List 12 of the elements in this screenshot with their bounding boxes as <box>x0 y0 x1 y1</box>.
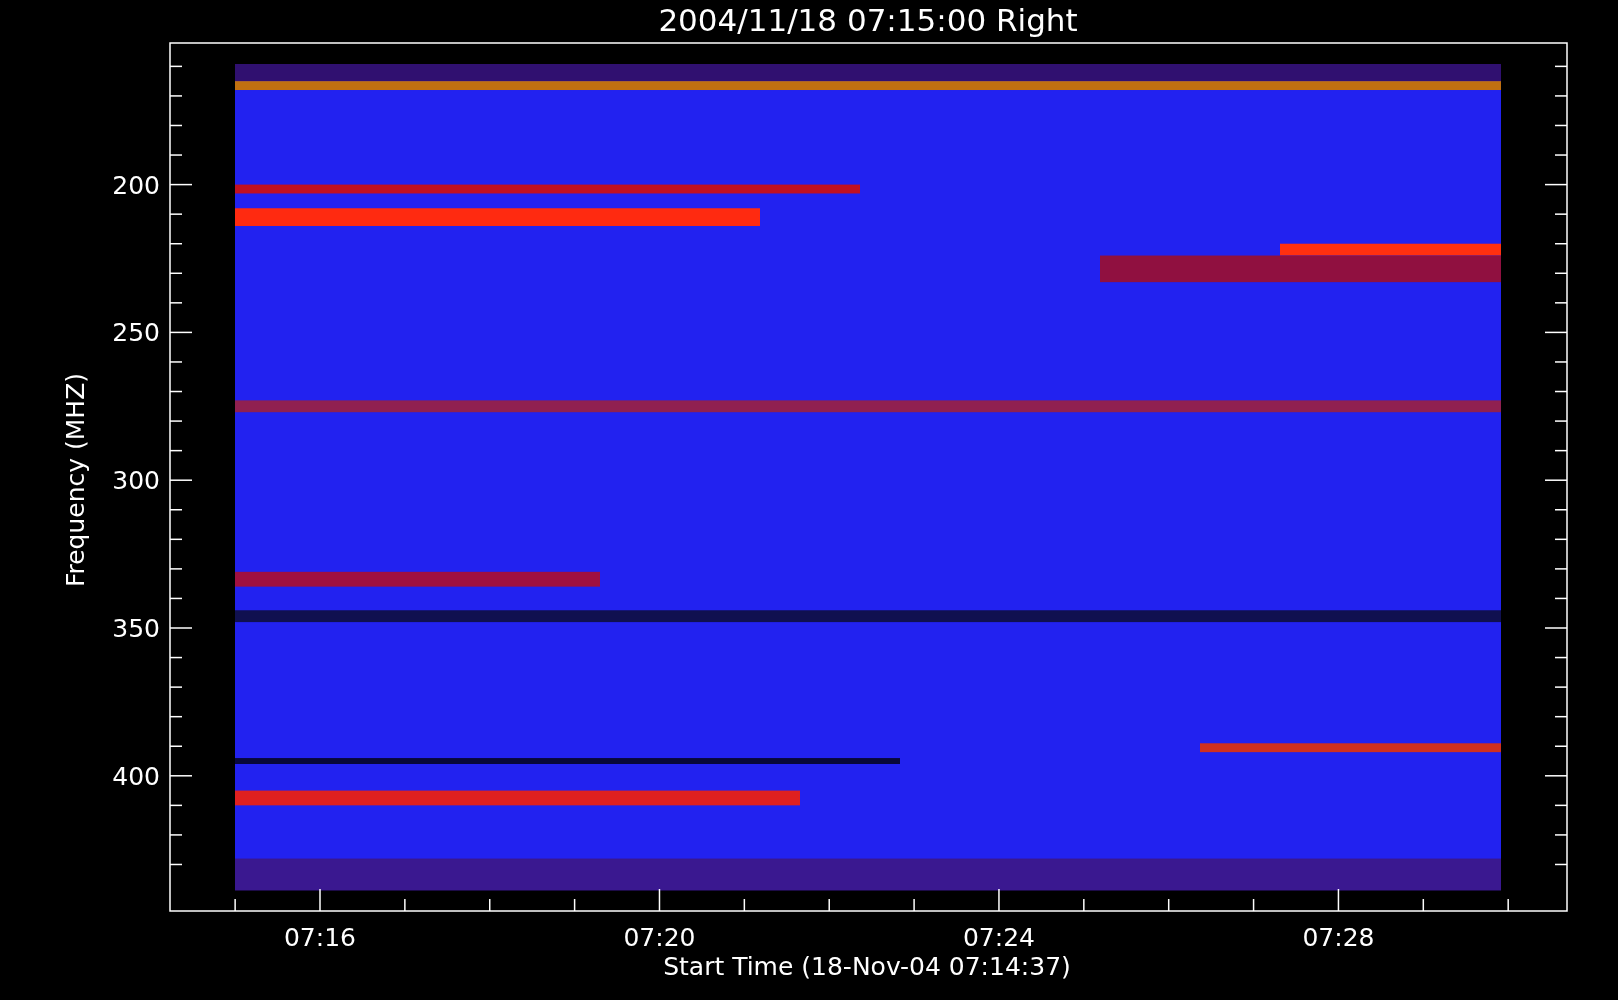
x-tick-label: 07:24 <box>963 923 1035 952</box>
y-tick-label: 200 <box>112 170 160 200</box>
y-tick-label: 350 <box>112 614 160 643</box>
x-tick-label: 07:20 <box>623 923 696 952</box>
y-tick-label: 300 <box>112 466 160 496</box>
y-tick-label: 250 <box>112 318 160 348</box>
y-tick-label: 400 <box>112 761 160 791</box>
plot-title: 2004/11/18 07:15:00 Right <box>658 2 1078 38</box>
x-tick-label: 07:16 <box>284 923 356 952</box>
y-axis-title: Frequency (MHZ) <box>61 372 90 588</box>
x-tick-label: 07:28 <box>1302 923 1375 952</box>
x-axis-title: Start Time (18-Nov-04 07:14:37) <box>663 952 1071 981</box>
